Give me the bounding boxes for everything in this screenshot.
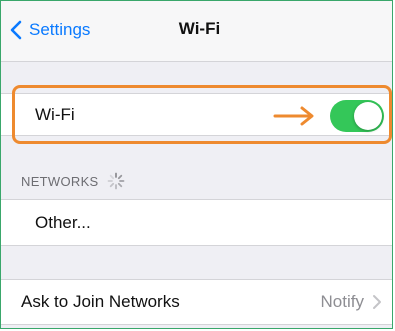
- networks-section-header: NETWORKS: [21, 172, 125, 190]
- other-network-label: Other...: [35, 212, 91, 232]
- spinner-icon: [107, 172, 124, 190]
- page-title: Wi-Fi: [178, 19, 221, 38]
- navigation-bar: Settings Wi-Fi: [1, 1, 392, 62]
- ask-to-join-value-group: Notify: [321, 292, 382, 312]
- chevron-right-icon: [373, 295, 381, 309]
- ask-to-join-label: Ask to Join Networks: [21, 292, 180, 311]
- ask-to-join-row[interactable]: Ask to Join Networks Notify: [1, 279, 392, 325]
- ask-to-join-value: Notify: [320, 292, 364, 311]
- settings-screen: Settings Wi-Fi Wi-Fi NETWORKS Other... A…: [0, 0, 393, 329]
- highlight-box: [12, 85, 392, 144]
- other-network-row[interactable]: Other...: [1, 199, 392, 246]
- networks-header-label: NETWORKS: [21, 173, 99, 189]
